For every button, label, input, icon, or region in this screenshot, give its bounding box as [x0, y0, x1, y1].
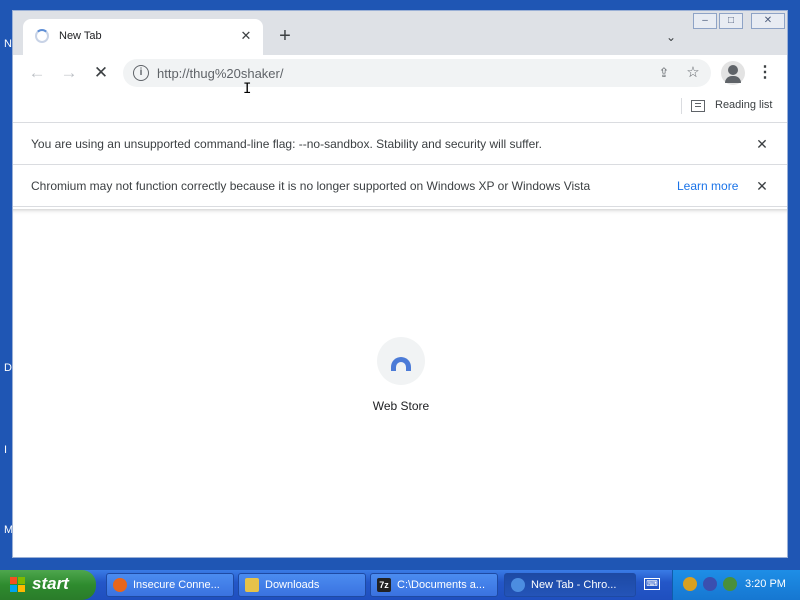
share-icon[interactable]: ⇪ — [655, 64, 673, 82]
shortcut-label: Web Store — [372, 399, 430, 413]
unsupported-os-infobar: Chromium may not function correctly beca… — [13, 165, 787, 207]
taskbar-item-label: New Tab - Chro... — [531, 579, 617, 591]
taskbar-item-new-tab-chromium[interactable]: New Tab - Chro... — [504, 573, 636, 597]
desktop-icon-label: I — [4, 444, 8, 456]
infobar-message: Chromium may not function correctly beca… — [31, 179, 591, 193]
minimize-button[interactable]: ‒ — [693, 13, 717, 29]
sound-icon[interactable] — [723, 577, 737, 591]
desktop-icon-label: D — [4, 362, 12, 374]
taskbar-item-label: C:\Documents a... — [397, 579, 486, 591]
taskbar-item-label: Insecure Conne... — [133, 579, 220, 591]
shield-icon[interactable] — [683, 577, 697, 591]
shortcut-web-store[interactable]: Web Store — [363, 337, 439, 417]
tab-title: New Tab — [59, 30, 102, 42]
start-button[interactable]: start — [0, 570, 96, 600]
maximize-button[interactable]: □ — [719, 13, 743, 29]
7zip-icon: 7z — [377, 578, 391, 592]
tab-search-button[interactable]: ⌄ — [661, 27, 681, 47]
stop-button[interactable]: ✕ — [89, 61, 113, 85]
bookmarks-bar: Reading list — [13, 91, 787, 123]
browser-menu-button[interactable]: ⋮ — [755, 61, 775, 85]
reading-list-icon — [691, 100, 705, 112]
close-icon[interactable]: ✕ — [753, 135, 771, 153]
toolbar: ← → ✕ i http://thug%20shaker/ ⇪ ☆ ⋮ — [13, 55, 787, 91]
folder-icon — [245, 578, 259, 592]
start-label: start — [32, 574, 69, 593]
loading-spinner-icon — [35, 29, 49, 43]
tab-new-tab[interactable]: New Tab ✕ — [23, 19, 263, 55]
firefox-icon — [113, 578, 127, 592]
windows-logo-icon — [10, 577, 26, 593]
shortcut-tile — [377, 337, 425, 385]
site-info-icon[interactable]: i — [133, 65, 149, 81]
learn-more-link[interactable]: Learn more — [677, 179, 738, 193]
chromium-icon — [511, 578, 525, 592]
taskbar: start Insecure Conne... Downloads 7z C:\… — [0, 570, 800, 600]
taskbar-item-label: Downloads — [265, 579, 320, 591]
browser-window: New Tab ✕ + ⌄ ‒ □ ✕ ← → ✕ i http://thug%… — [12, 10, 788, 558]
bookmark-star-icon[interactable]: ☆ — [683, 63, 703, 83]
url-text[interactable]: http://thug%20shaker/ — [157, 66, 283, 81]
taskbar-item-insecure-connection[interactable]: Insecure Conne... — [106, 573, 234, 597]
sandbox-warning-infobar: You are using an unsupported command-lin… — [13, 123, 787, 165]
clock: 3:20 PM — [745, 578, 786, 590]
close-icon[interactable]: ✕ — [753, 177, 771, 195]
desktop-icon-label: N — [4, 38, 12, 50]
new-tab-page: Web Store — [13, 209, 787, 557]
taskbar-item-documents[interactable]: 7z C:\Documents a... — [370, 573, 498, 597]
web-store-icon — [391, 357, 411, 371]
system-tray: 3:20 PM — [672, 570, 800, 600]
forward-button[interactable]: → — [57, 61, 81, 85]
divider — [681, 98, 682, 114]
profile-avatar[interactable] — [721, 61, 745, 85]
back-button[interactable]: ← — [25, 61, 49, 85]
taskbar-item-downloads[interactable]: Downloads — [238, 573, 366, 597]
address-bar[interactable]: i http://thug%20shaker/ ⇪ ☆ — [123, 59, 711, 87]
tab-strip: New Tab ✕ + ⌄ ‒ □ ✕ — [13, 11, 787, 55]
text-cursor-icon: I — [243, 81, 252, 97]
reading-list-label: Reading list — [715, 99, 773, 111]
new-tab-button[interactable]: + — [273, 25, 297, 49]
infobar-message: You are using an unsupported command-lin… — [31, 137, 542, 151]
tab-close-icon[interactable]: ✕ — [237, 27, 255, 45]
close-window-button[interactable]: ✕ — [751, 13, 785, 29]
network-icon[interactable] — [703, 577, 717, 591]
keyboard-icon[interactable]: ⌨ — [644, 578, 660, 590]
